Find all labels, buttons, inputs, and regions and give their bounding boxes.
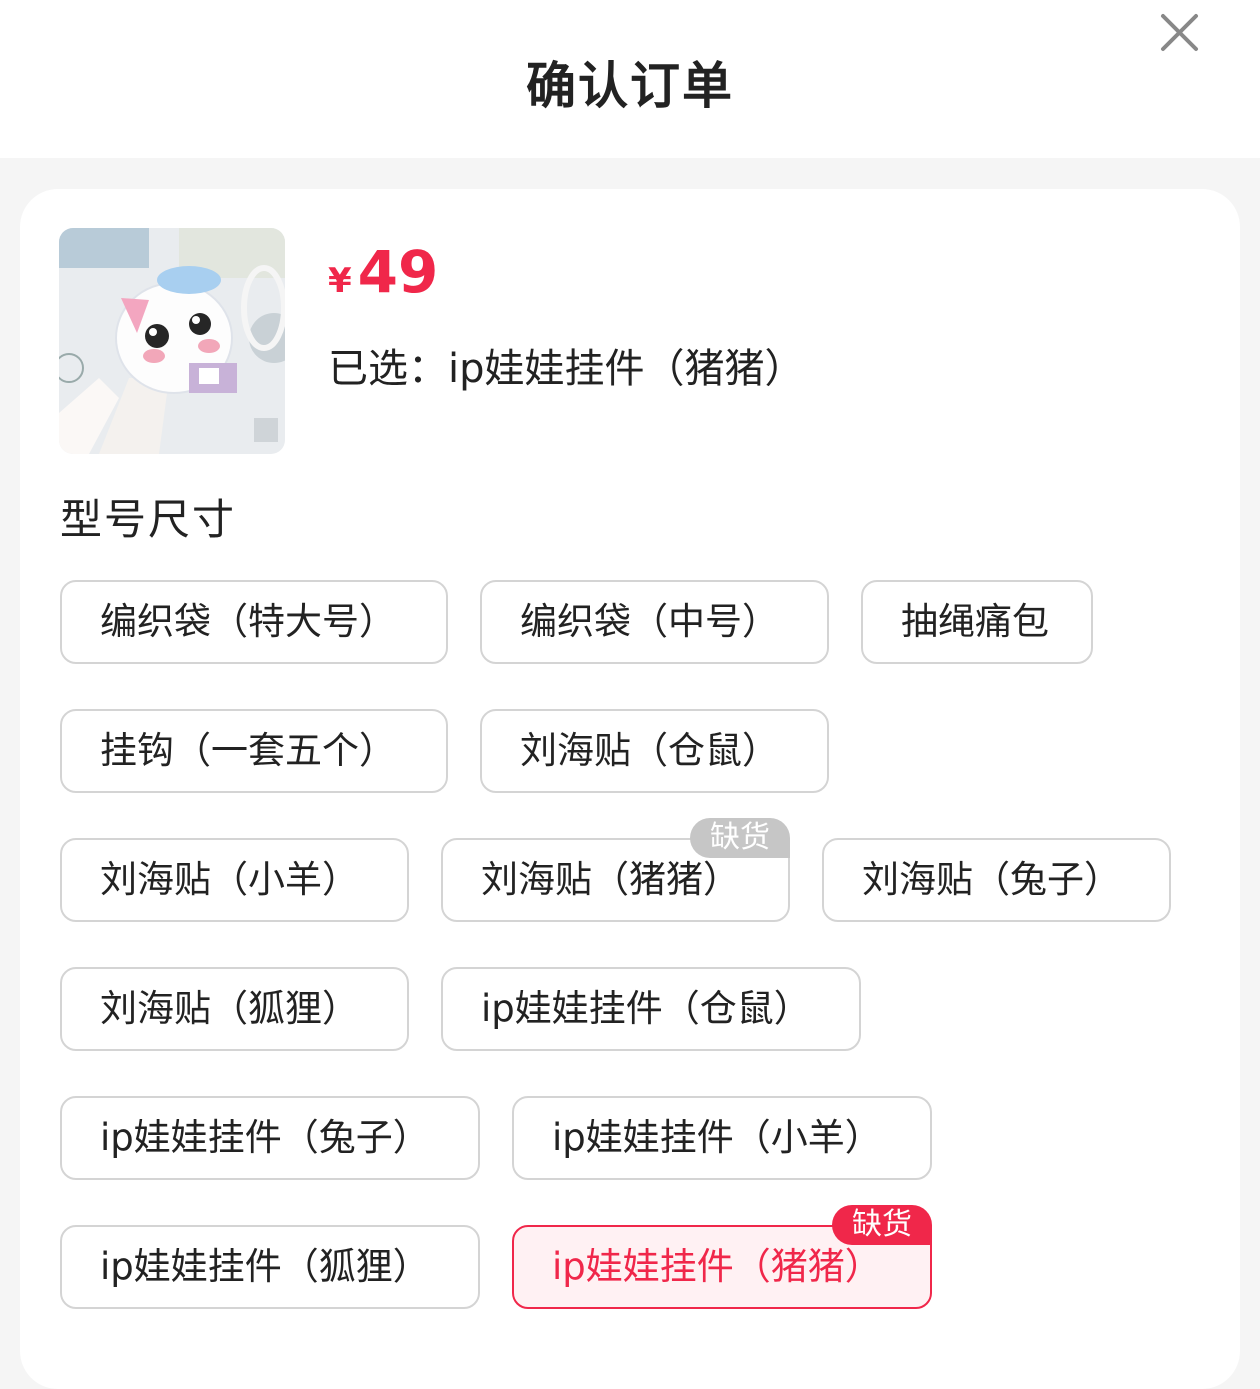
option-label: 挂钩（一套五个） — [100, 729, 396, 772]
option-bangs-clip-pig[interactable]: 刘海贴（猪猪） 缺货 — [441, 818, 790, 922]
option-hook-set[interactable]: 挂钩（一套五个） — [60, 709, 448, 793]
option-bangs-clip-rabbit[interactable]: 刘海贴（兔子） — [822, 838, 1171, 922]
option-label: ip娃娃挂件（小羊） — [552, 1116, 882, 1159]
option-ip-doll-pig[interactable]: ip娃娃挂件（猪猪） 缺货 — [512, 1205, 932, 1309]
product-image — [59, 228, 285, 454]
option-label: 编织袋（中号） — [520, 600, 779, 643]
option-bangs-clip-hamster[interactable]: 刘海贴（仓鼠） — [480, 709, 829, 793]
option-drawstring-bag[interactable]: 抽绳痛包 — [861, 580, 1093, 664]
out-of-stock-badge: 缺货 — [832, 1205, 932, 1245]
close-icon — [1161, 14, 1198, 51]
option-bangs-clip-sheep[interactable]: 刘海贴（小羊） — [60, 838, 409, 922]
header: 确认订单 — [0, 0, 1260, 158]
currency-symbol: ¥ — [328, 261, 352, 301]
option-label: 抽绳痛包 — [901, 600, 1049, 643]
option-weave-bag-medium[interactable]: 编织袋（中号） — [480, 580, 829, 664]
option-weave-bag-xl[interactable]: 编织袋（特大号） — [60, 580, 448, 664]
option-label: 编织袋（特大号） — [100, 600, 396, 643]
option-label: 刘海贴（兔子） — [862, 858, 1121, 901]
selected-variant-text: 已选：ip娃娃挂件（猪猪） — [328, 346, 805, 392]
out-of-stock-badge: 缺货 — [690, 818, 790, 858]
page-title: 确认订单 — [526, 57, 734, 115]
option-label: ip娃娃挂件（狐狸） — [100, 1245, 430, 1288]
option-label: ip娃娃挂件（仓鼠） — [481, 987, 811, 1030]
option-ip-doll-sheep[interactable]: ip娃娃挂件（小羊） — [512, 1096, 932, 1180]
price-value: 49 — [357, 238, 439, 306]
option-ip-doll-hamster[interactable]: ip娃娃挂件（仓鼠） — [441, 967, 861, 1051]
option-label: 刘海贴（小羊） — [100, 858, 359, 901]
price: ¥ 49 — [328, 240, 438, 304]
option-bangs-clip-fox[interactable]: 刘海贴（狐狸） — [60, 967, 409, 1051]
option-ip-doll-rabbit[interactable]: ip娃娃挂件（兔子） — [60, 1096, 480, 1180]
section-title-size: 型号尺寸 — [60, 495, 237, 544]
option-ip-doll-fox[interactable]: ip娃娃挂件（狐狸） — [60, 1225, 480, 1309]
option-label: 刘海贴（仓鼠） — [520, 729, 779, 772]
option-label: ip娃娃挂件（猪猪） — [552, 1245, 882, 1288]
close-button[interactable] — [1150, 2, 1210, 62]
option-label: 刘海贴（狐狸） — [100, 987, 359, 1030]
option-label: ip娃娃挂件（兔子） — [100, 1116, 430, 1159]
